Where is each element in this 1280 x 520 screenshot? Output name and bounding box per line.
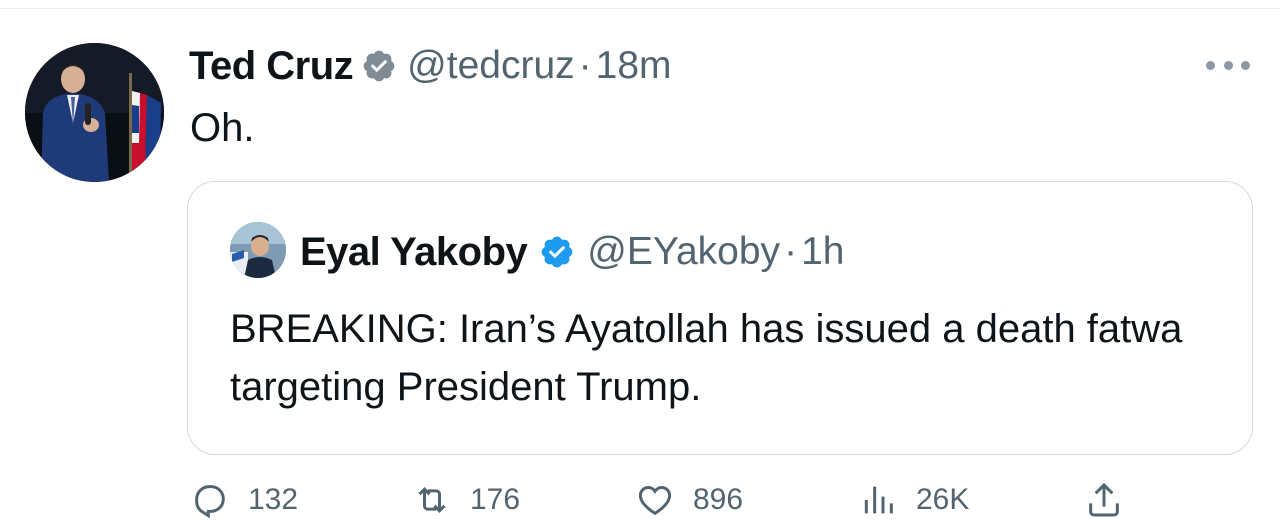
share-button[interactable]	[1084, 480, 1124, 520]
tweet-header: Ted Cruz @tedcruz · 18m	[189, 40, 672, 92]
more-options-icon[interactable]	[1206, 58, 1250, 72]
heart-icon	[635, 480, 675, 520]
quoted-tweet-card[interactable]: Eyal Yakoby @EYakoby · 1h BREAKING: Iran…	[187, 181, 1253, 455]
tweet[interactable]: Ted Cruz @tedcruz · 18m Oh. Eyal Yakoby …	[0, 0, 1280, 519]
retweet-count: 176	[470, 483, 521, 516]
views-icon	[858, 480, 898, 520]
share-icon	[1084, 480, 1124, 520]
retweet-icon	[412, 480, 452, 520]
display-name[interactable]: Ted Cruz	[189, 44, 354, 89]
separator-dot: ·	[784, 230, 798, 273]
quoted-avatar[interactable]	[230, 222, 286, 278]
separator-dot: ·	[578, 44, 592, 87]
quoted-display-name[interactable]: Eyal Yakoby	[300, 230, 528, 275]
verified-badge-icon	[361, 48, 397, 84]
verified-badge-icon	[539, 234, 575, 270]
handle[interactable]: @tedcruz	[407, 44, 574, 88]
quoted-tweet-text: BREAKING: Iran’s Ayatollah has issued a …	[230, 307, 1183, 409]
reply-button[interactable]: 132	[190, 480, 298, 520]
views-count: 26K	[916, 483, 970, 516]
action-bar: 132 176 896 26K	[190, 480, 1270, 520]
quoted-tweet-header: Eyal Yakoby @EYakoby · 1h	[300, 226, 844, 278]
avatar[interactable]	[25, 43, 164, 182]
tweet-text: Oh.	[190, 106, 255, 150]
reply-count: 132	[248, 483, 299, 516]
reply-icon	[190, 480, 230, 520]
like-count: 896	[693, 483, 744, 516]
timestamp[interactable]: 18m	[596, 44, 672, 88]
views-button[interactable]: 26K	[858, 480, 969, 520]
like-button[interactable]: 896	[635, 480, 743, 520]
quoted-timestamp[interactable]: 1h	[801, 230, 844, 274]
retweet-button[interactable]: 176	[412, 480, 520, 520]
quoted-handle[interactable]: @EYakoby	[587, 230, 780, 274]
